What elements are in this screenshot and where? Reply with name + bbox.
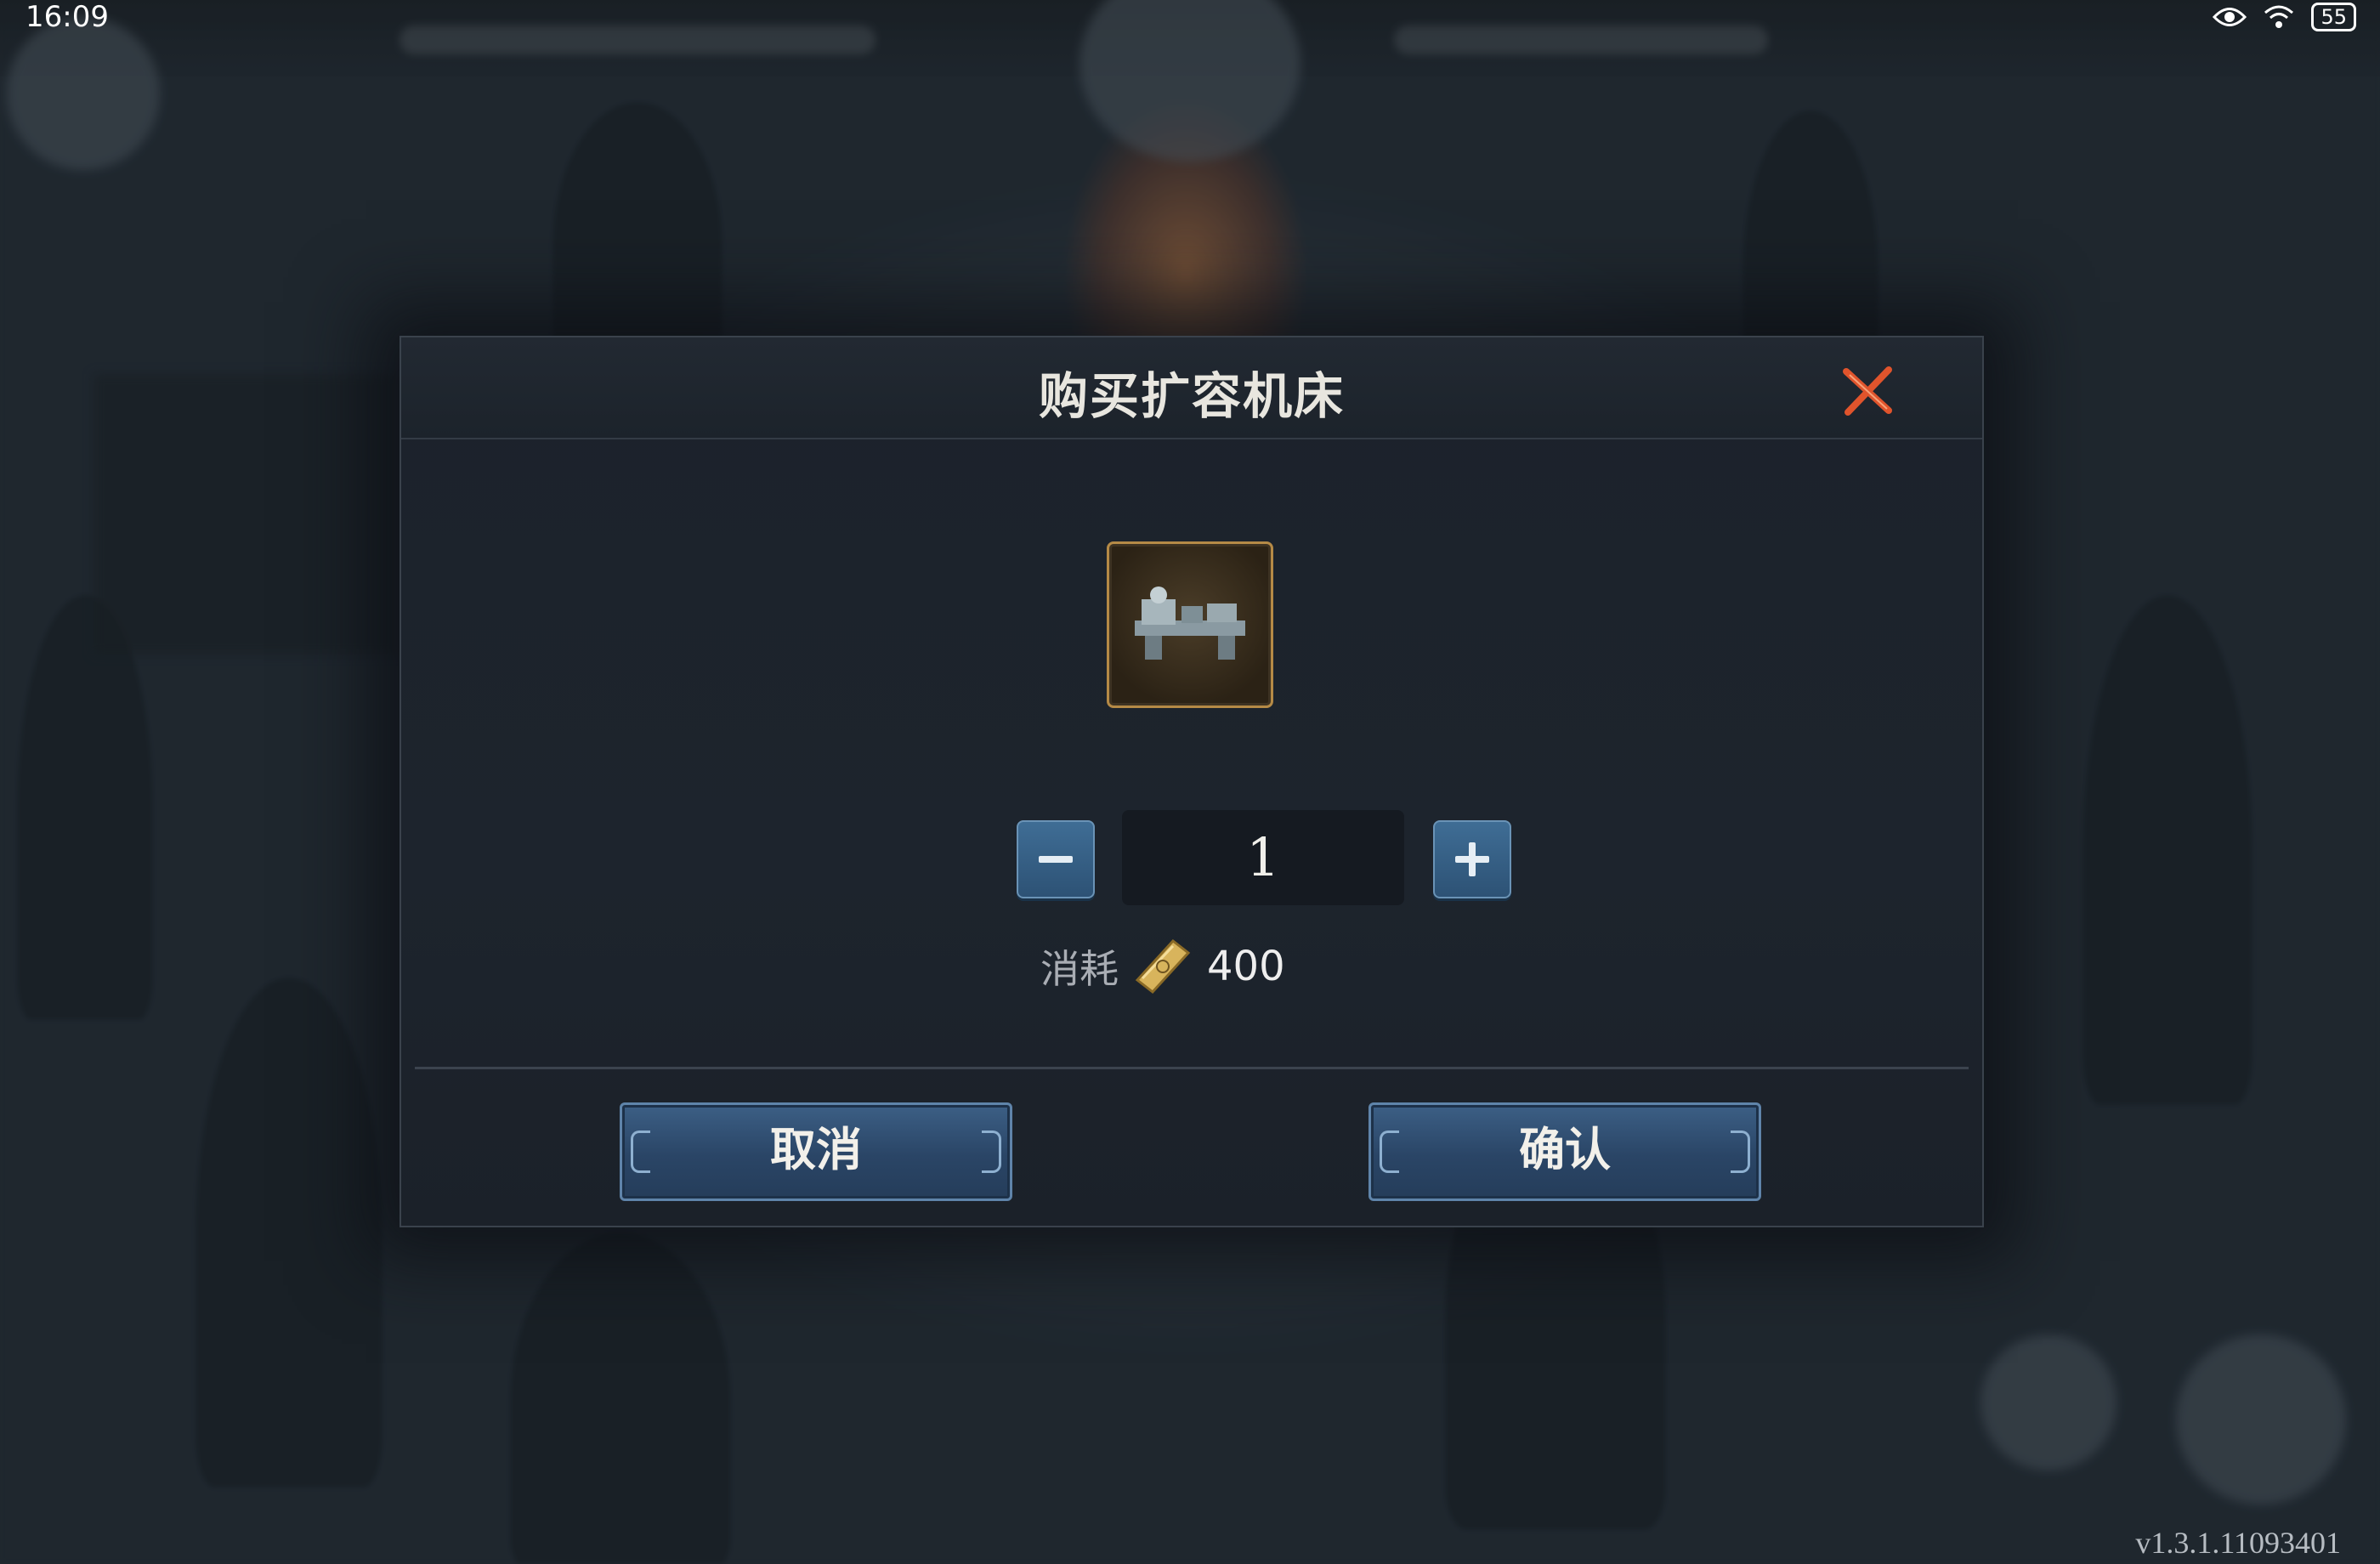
eye-icon xyxy=(2213,8,2247,26)
item-slot[interactable] xyxy=(1107,541,1273,708)
decrease-button[interactable] xyxy=(1017,820,1095,898)
wifi-icon xyxy=(2264,5,2294,28)
cost-label: 消耗 xyxy=(1040,946,1119,992)
minus-icon xyxy=(1039,856,1073,863)
cost-amount: 400 xyxy=(1207,943,1285,990)
increase-button[interactable] xyxy=(1433,820,1511,898)
version-label: v1.3.1.11093401 xyxy=(2135,1526,2341,1560)
dialog-title: 购买扩容机床 xyxy=(1038,367,1345,425)
cancel-button[interactable]: 取消 xyxy=(620,1102,1012,1201)
status-icons: 55 xyxy=(2213,0,2356,34)
close-button[interactable] xyxy=(1838,361,1897,421)
quantity-field[interactable]: 1 xyxy=(1122,810,1404,905)
plus-icon xyxy=(1455,842,1489,876)
gold-bar-icon xyxy=(1135,938,1191,994)
confirm-button[interactable]: 确认 xyxy=(1368,1102,1761,1201)
close-icon xyxy=(1843,366,1892,416)
battery-indicator: 55 xyxy=(2311,3,2356,31)
cost-row: 消耗 400 xyxy=(1040,932,1285,1000)
lathe-machine-icon xyxy=(1135,586,1245,660)
dialog-divider xyxy=(415,1067,1969,1069)
purchase-dialog: 购买扩容机床 1 消耗 400 取消 确认 xyxy=(400,336,1984,1227)
status-clock: 16:09 xyxy=(26,0,109,34)
